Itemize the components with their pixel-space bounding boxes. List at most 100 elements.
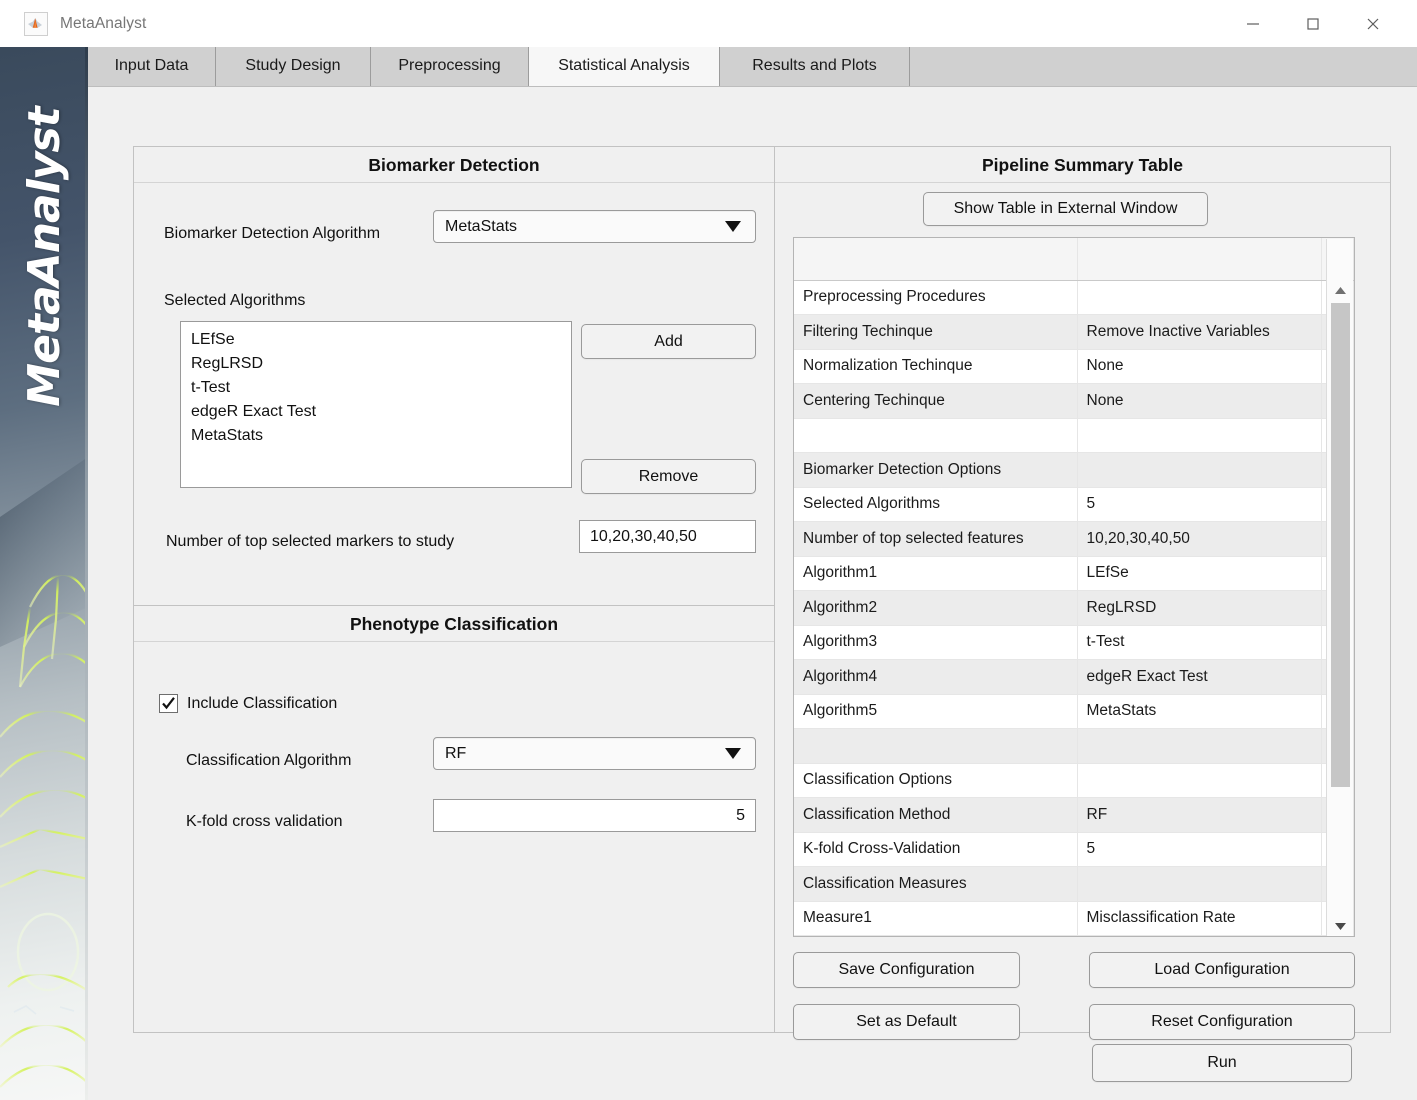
tab-label: Input Data <box>114 57 189 74</box>
table-cell-value: RegLRSD <box>1077 590 1322 626</box>
kfold-label: K-fold cross validation <box>186 813 343 830</box>
table-cell-key: Selected Algorithms <box>794 487 1078 522</box>
table-cell-value: 5 <box>1077 832 1322 867</box>
table-header-cell <box>794 238 1078 281</box>
add-button[interactable]: Add <box>581 324 756 359</box>
table-cell-value <box>1077 452 1322 488</box>
table-row[interactable]: Centering Techinque None <box>794 383 1354 419</box>
table-cell-key: Filtering Techinque <box>794 314 1078 350</box>
list-item[interactable]: RegLRSD <box>191 352 571 376</box>
pipeline-panel-title: Pipeline Summary Table <box>775 147 1390 183</box>
chevron-down-icon <box>725 748 741 759</box>
table-cell-key: Biomarker Detection Options <box>794 452 1078 488</box>
classification-algorithm-label: Classification Algorithm <box>186 752 352 769</box>
table-row[interactable]: Number of top selected features 10,20,30,… <box>794 521 1354 557</box>
list-item[interactable]: MetaStats <box>191 424 571 448</box>
content-area: Biomarker Detection Biomarker Detection … <box>88 87 1417 1100</box>
table-row[interactable]: Biomarker Detection Options <box>794 452 1354 488</box>
table-row[interactable]: Algorithm1 LEfSe <box>794 556 1354 591</box>
table-vertical-scrollbar[interactable] <box>1326 239 1354 936</box>
table-cell-value: LEfSe <box>1077 556 1322 591</box>
table-row[interactable]: Classification Measures <box>794 866 1354 902</box>
window-controls <box>1223 0 1417 47</box>
table-row[interactable]: K-fold Cross-Validation 5 <box>794 832 1354 867</box>
table-cell-key: Algorithm5 <box>794 694 1078 729</box>
table-row[interactable]: Filtering Techinque Remove Inactive Varia… <box>794 314 1354 350</box>
classification-algorithm-dropdown[interactable]: RF <box>433 737 756 770</box>
list-item[interactable]: edgeR Exact Test <box>191 400 571 424</box>
table-cell-key: Normalization Techinque <box>794 349 1078 384</box>
table-row[interactable]: Classification Method RF <box>794 797 1354 833</box>
table-cell-value: RF <box>1077 797 1322 833</box>
matlab-icon <box>24 11 48 36</box>
include-classification-checkbox[interactable]: Include Classification <box>159 694 337 713</box>
chevron-down-icon <box>725 221 741 232</box>
pipeline-summary-panel: Pipeline Summary Table Show Table in Ext… <box>775 146 1391 1040</box>
tab-study-design[interactable]: Study Design <box>216 47 371 87</box>
table-row[interactable]: Selected Algorithms 5 <box>794 487 1354 522</box>
table-row[interactable] <box>794 728 1354 764</box>
table-row[interactable] <box>794 418 1354 453</box>
biomarker-panel-title: Biomarker Detection <box>134 147 774 183</box>
scroll-down-arrow-icon[interactable] <box>1327 917 1354 935</box>
tab-label: Results and Plots <box>752 57 877 74</box>
table-cell-value: edgeR Exact Test <box>1077 659 1322 695</box>
scroll-up-arrow-icon[interactable] <box>1327 281 1354 299</box>
table-row[interactable]: Algorithm4 edgeR Exact Test <box>794 659 1354 695</box>
biomarker-algorithm-dropdown[interactable]: MetaStats <box>433 210 756 243</box>
tab-results-and-plots[interactable]: Results and Plots <box>720 47 910 87</box>
table-cell-value <box>1077 280 1322 315</box>
table-row[interactable]: Normalization Techinque None <box>794 349 1354 384</box>
window-title: MetaAnalyst <box>60 14 147 32</box>
table-row[interactable]: Preprocessing Procedures <box>794 280 1354 315</box>
table-row[interactable]: Measure1 Misclassification Rate <box>794 901 1354 936</box>
top-markers-input[interactable]: 10,20,30,40,50 <box>579 520 756 553</box>
table-cell-value: None <box>1077 383 1322 419</box>
set-as-default-button[interactable]: Set as Default <box>793 1004 1020 1040</box>
reset-configuration-button[interactable]: Reset Configuration <box>1089 1004 1355 1040</box>
table-cell-value <box>1077 866 1322 902</box>
table-row[interactable]: Algorithm2 RegLRSD <box>794 590 1354 626</box>
table-cell-value: MetaStats <box>1077 694 1322 729</box>
list-item[interactable]: LEfSe <box>191 328 571 352</box>
table-cell-key: Classification Method <box>794 797 1078 833</box>
table-cell-key: Algorithm3 <box>794 625 1078 660</box>
table-cell-key: Classification Measures <box>794 866 1078 902</box>
pipeline-table[interactable]: Preprocessing Procedures Filtering Techin… <box>793 237 1355 937</box>
table-header-row <box>794 238 1354 281</box>
maximize-button[interactable] <box>1283 0 1343 47</box>
table-cell-key: Centering Techinque <box>794 383 1078 419</box>
list-item[interactable]: t-Test <box>191 376 571 400</box>
table-cell-value: Misclassification Rate <box>1077 901 1322 936</box>
tab-input-data[interactable]: Input Data <box>88 47 216 87</box>
table-cell-key: K-fold Cross-Validation <box>794 832 1078 867</box>
scrollbar-thumb[interactable] <box>1331 303 1350 787</box>
classification-algorithm-value: RF <box>445 744 467 762</box>
save-configuration-button[interactable]: Save Configuration <box>793 952 1020 988</box>
table-row[interactable]: Algorithm5 MetaStats <box>794 694 1354 729</box>
selected-algorithms-listbox[interactable]: LEfSe RegLRSD t-Test edgeR Exact Test MetaSt… <box>180 321 572 488</box>
biomarker-algorithm-label: Biomarker Detection Algorithm <box>164 225 381 242</box>
minimize-button[interactable] <box>1223 0 1283 47</box>
table-row[interactable]: Algorithm3 t-Test <box>794 625 1354 660</box>
top-markers-label: Number of top selected markers to study <box>166 533 455 550</box>
table-row[interactable]: Classification Options <box>794 763 1354 798</box>
remove-button[interactable]: Remove <box>581 459 756 494</box>
table-cell-key <box>794 728 1078 764</box>
phenotype-panel-title: Phenotype Classification <box>134 606 774 642</box>
load-configuration-button[interactable]: Load Configuration <box>1089 952 1355 988</box>
table-header-cell <box>1077 238 1322 281</box>
tab-statistical-analysis[interactable]: Statistical Analysis <box>529 47 720 87</box>
selected-algorithms-label: Selected Algorithms <box>164 292 306 309</box>
close-button[interactable] <box>1343 0 1403 47</box>
run-button-container: Run <box>1092 1044 1352 1082</box>
run-button[interactable]: Run <box>1092 1044 1352 1082</box>
tab-preprocessing[interactable]: Preprocessing <box>371 47 529 87</box>
table-cell-key: Algorithm2 <box>794 590 1078 626</box>
checkbox-box <box>159 694 178 713</box>
tab-bar: Input Data Study Design Preprocessing Stati… <box>88 47 1417 87</box>
kfold-input[interactable]: 5 <box>433 799 756 832</box>
brand-text: MetaAnalyst <box>18 107 70 407</box>
table-cell-key: Measure1 <box>794 901 1078 936</box>
show-table-external-button[interactable]: Show Table in External Window <box>923 192 1208 226</box>
